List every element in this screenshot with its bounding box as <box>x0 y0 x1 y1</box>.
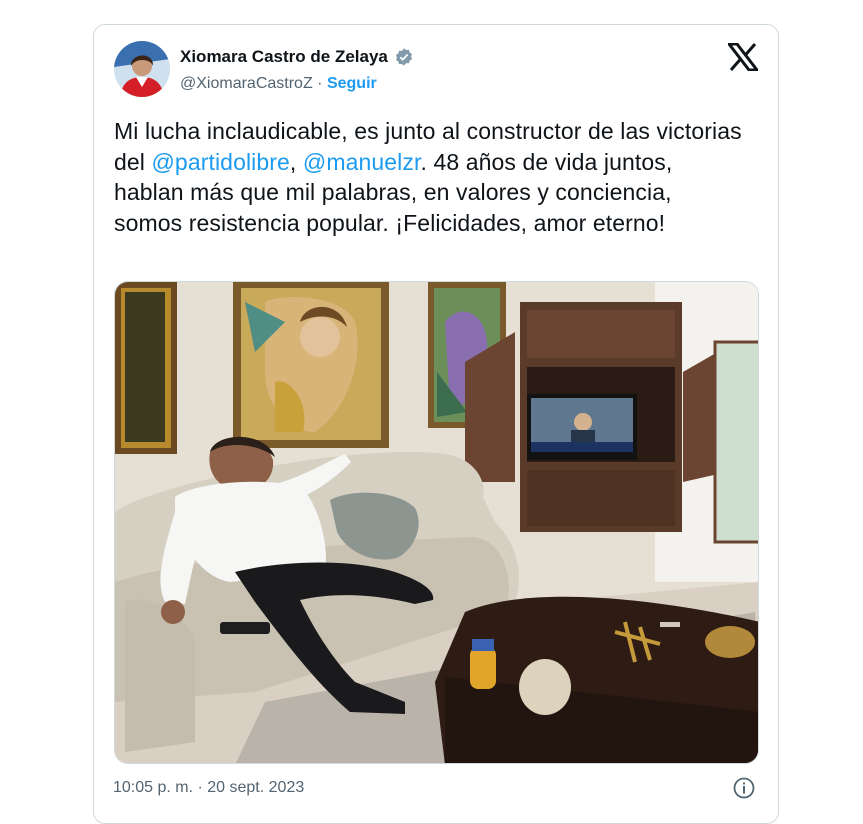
mention-manuelzr[interactable]: @manuelzr <box>303 149 421 175</box>
tweet-card: Xiomara Castro de Zelaya @XiomaraCastroZ… <box>93 24 779 824</box>
separator-dot: · <box>317 75 323 92</box>
follow-button[interactable]: Seguir <box>327 75 377 92</box>
author-display-name[interactable]: Xiomara Castro de Zelaya <box>180 47 388 67</box>
verified-badge-icon <box>395 48 412 66</box>
living-room-photo <box>115 282 758 763</box>
tweet-timestamp[interactable]: 10:05 p. m. · 20 sept. 2023 <box>113 779 304 797</box>
info-icon[interactable] <box>732 776 756 800</box>
avatar[interactable] <box>114 41 170 97</box>
tweet-text: Mi lucha inclaudicable, es junto al cons… <box>114 116 744 238</box>
avatar-image <box>114 41 170 97</box>
tweet-text-part2: , <box>289 148 303 175</box>
mention-partidolibre[interactable]: @partidolibre <box>151 149 289 175</box>
tweet-photo[interactable] <box>114 281 759 764</box>
author-handle[interactable]: @XiomaraCastroZ <box>180 75 313 92</box>
author-subline: @XiomaraCastroZ · Seguir <box>180 75 377 93</box>
x-logo-icon[interactable] <box>728 43 758 71</box>
author-name-row[interactable]: Xiomara Castro de Zelaya <box>180 47 414 67</box>
